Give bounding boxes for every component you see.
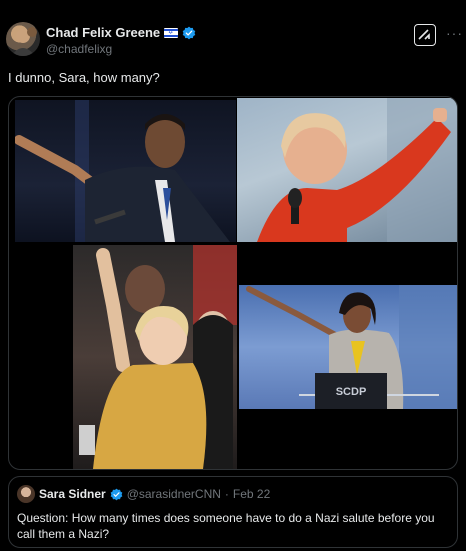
author-name-line: Chad Felix Greene ✡ [46,25,196,40]
separator-dot: · [224,487,229,501]
quoted-date[interactable]: Feb 22 [233,487,270,501]
tweet-card: Chad Felix Greene ✡ @chadfelixg ··· I du… [0,0,466,551]
obama-photo[interactable] [15,100,236,242]
warren-photo-art [257,98,457,242]
harris-photo[interactable]: SCDP [239,285,457,409]
clinton-photo-art [79,245,237,469]
more-options-button[interactable]: ··· [446,25,463,41]
podium-label: SCDP [336,386,367,398]
quoted-header: Sara Sidner @sarasidnerCNN · Feb 22 [39,487,270,501]
author-avatar[interactable] [6,22,40,56]
author-handle[interactable]: @chadfelixg [46,42,112,56]
quoted-tweet[interactable]: Sara Sidner @sarasidnerCNN · Feb 22 Ques… [8,476,458,548]
verified-badge-icon [182,26,196,39]
verified-badge-icon [110,488,123,500]
author-display-name[interactable]: Chad Felix Greene [46,25,160,40]
quoted-author-avatar[interactable] [17,485,35,503]
harris-photo-art: SCDP [246,285,457,409]
clinton-photo[interactable] [73,245,237,469]
quoted-display-name[interactable]: Sara Sidner [39,487,106,501]
grok-button[interactable] [414,24,436,46]
israel-flag-icon: ✡ [164,27,179,38]
warren-photo[interactable] [237,98,457,242]
media-grid[interactable]: SCDP [8,96,458,470]
quoted-text: Question: How many times does someone ha… [17,511,435,541]
grok-icon [418,29,430,40]
avatar-image [11,27,37,56]
tweet-header: Chad Felix Greene ✡ @chadfelixg ··· [6,22,463,62]
tweet-text: I dunno, Sara, how many? [8,70,160,85]
obama-photo-art [15,100,230,242]
quoted-handle[interactable]: @sarasidnerCNN [127,487,221,501]
